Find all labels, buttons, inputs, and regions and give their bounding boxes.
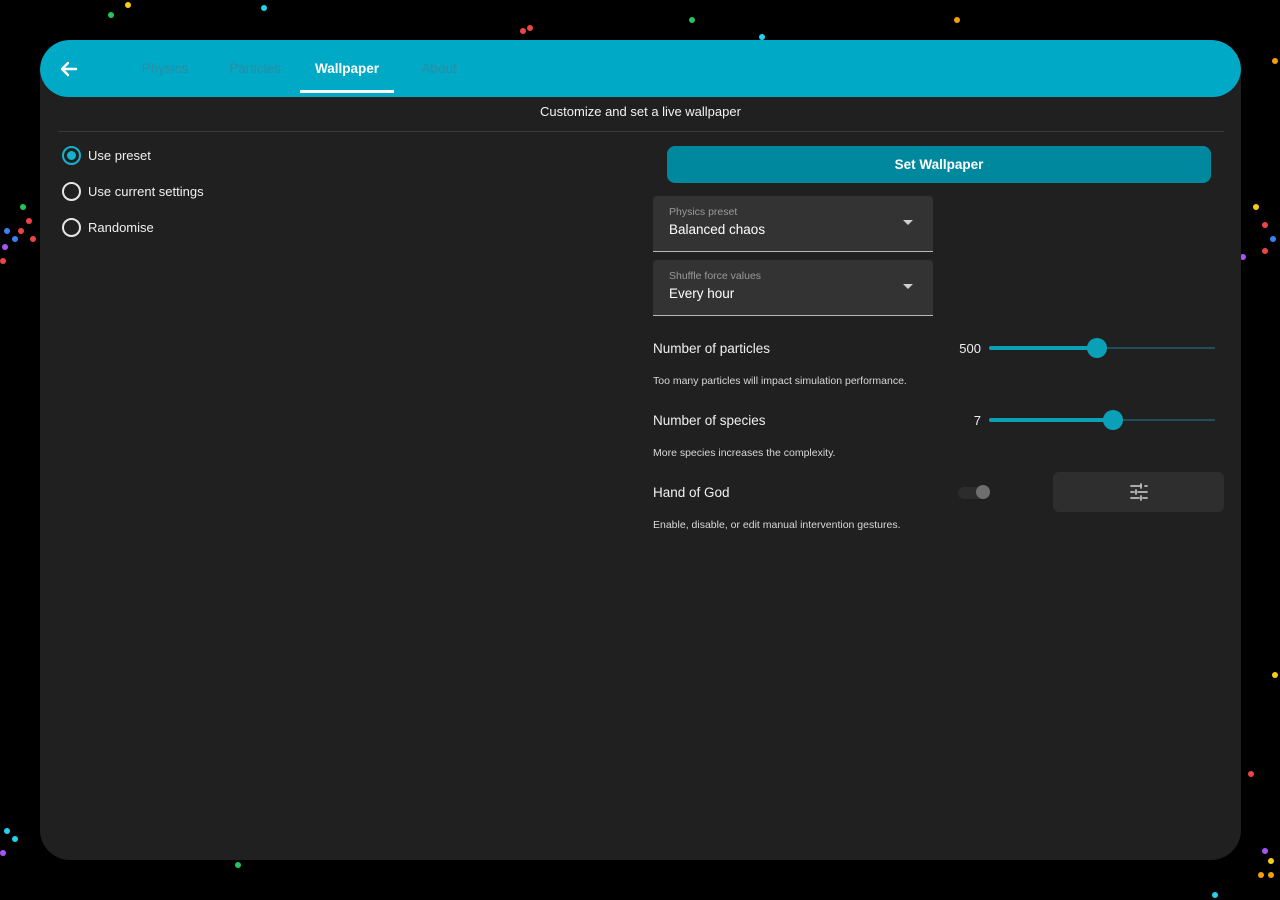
particle [1272,672,1278,678]
particle [1262,222,1268,228]
hand-of-god-label: Hand of God [653,485,730,500]
particle [527,25,533,31]
radio-label: Use preset [88,147,151,163]
species-slider[interactable] [989,409,1215,431]
particle [2,244,8,250]
particles-value: 500 [959,341,981,356]
particle [1268,872,1274,878]
species-label: Number of species [653,413,766,428]
particle [4,228,10,234]
dropdown-arrow-icon [903,220,913,225]
particle [1248,771,1254,777]
radio-button[interactable] [62,217,81,237]
particles-label: Number of particles [653,341,771,356]
slider-fill [989,418,1114,422]
particle [520,28,526,34]
page-subtitle: Customize and set a live wallpaper [540,104,741,119]
physics-preset-dropdown[interactable]: Physics preset Balanced chaos [653,196,933,252]
particle [1262,848,1268,854]
particle [0,850,6,856]
shuffle-force-label: Shuffle force values [669,270,762,282]
particle [125,2,131,8]
particle [18,228,24,234]
particle [1212,892,1218,898]
back-button[interactable] [56,56,82,82]
particle [12,236,18,242]
species-value: 7 [973,413,981,428]
particle [689,17,695,23]
edit-gestures-button[interactable] [1053,472,1224,512]
slider-thumb[interactable] [1087,338,1108,358]
particle [26,218,32,224]
slider-fill [989,346,1098,350]
tune-icon [1129,483,1148,501]
dropdown-arrow-icon [903,284,913,289]
set-wallpaper-button[interactable]: Set Wallpaper [667,146,1211,183]
radio-use-preset[interactable]: Use preset [62,144,151,166]
particle [1262,248,1268,254]
tab-about[interactable]: About [416,40,462,97]
radio-button[interactable] [62,145,81,165]
particle [108,12,114,18]
particle [30,236,36,242]
particle [4,828,10,834]
radio-label: Use current settings [88,183,204,199]
physics-preset-label: Physics preset [669,206,738,218]
toggle-thumb [976,485,990,499]
radio-label: Randomise [88,219,154,235]
particle [235,862,241,868]
hand-of-god-help: Enable, disable, or edit manual interven… [653,519,901,531]
particle [0,258,6,264]
particle [1268,858,1274,864]
arrow-left-icon [60,61,78,77]
particle [261,5,267,11]
tab-particles[interactable]: Particles [223,40,287,97]
particle [12,836,18,842]
particle [1258,872,1264,878]
divider [58,131,1224,132]
shuffle-force-value: Every hour [669,286,735,301]
particle [1272,58,1278,64]
wallpaper-settings-panel: Physics Particles Wallpaper About Custom… [40,40,1241,860]
radio-use-current-settings[interactable]: Use current settings [62,180,204,202]
particle [1270,236,1276,242]
radio-button[interactable] [62,181,81,201]
app-bar: Physics Particles Wallpaper About [40,40,1241,97]
slider-thumb[interactable] [1103,410,1124,430]
particles-slider[interactable] [989,337,1215,359]
tab-physics[interactable]: Physics [135,40,195,97]
active-tab-indicator [300,90,394,93]
species-help: More species increases the complexity. [653,447,836,459]
radio-randomise[interactable]: Randomise [62,216,154,238]
particle [1253,204,1259,210]
physics-preset-value: Balanced chaos [669,222,766,237]
tab-wallpaper[interactable]: Wallpaper [300,40,394,97]
particles-help: Too many particles will impact simulatio… [653,375,907,387]
particle [954,17,960,23]
hand-of-god-toggle[interactable] [954,485,992,500]
shuffle-force-dropdown[interactable]: Shuffle force values Every hour [653,260,933,316]
particle [20,204,26,210]
